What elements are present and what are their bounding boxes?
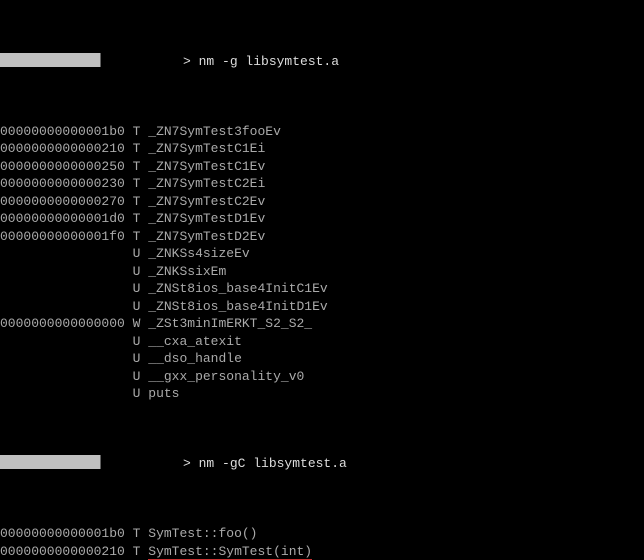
nm-row: 00000000000001d0 T _ZN7SymTestD1Ev <box>0 210 644 228</box>
prompt-block <box>0 53 183 67</box>
nm-address: 0000000000000000 <box>0 316 125 331</box>
nm-address: 00000000000001b0 <box>0 124 125 139</box>
nm-address: 0000000000000270 <box>0 194 125 209</box>
nm-symbol: _ZSt3minImERKT_S2_S2_ <box>148 316 312 331</box>
nm-symbol: _ZN7SymTestD2Ev <box>148 229 265 244</box>
nm-symbol: _ZN7SymTest3fooEv <box>148 124 281 139</box>
nm-type: T <box>133 526 141 541</box>
nm-address <box>0 386 125 401</box>
prompt-symbol: > <box>183 456 199 471</box>
nm-address: 0000000000000250 <box>0 159 125 174</box>
nm-address <box>0 334 125 349</box>
nm-row: 00000000000001b0 T SymTest::foo() <box>0 525 644 543</box>
nm-symbol: _ZN7SymTestC1Ei <box>148 141 265 156</box>
nm-symbol: _ZNSt8ios_base4InitD1Ev <box>148 299 327 314</box>
nm-address: 00000000000001d0 <box>0 211 125 226</box>
nm-symbol: puts <box>148 386 179 401</box>
nm-type: U <box>133 386 141 401</box>
nm-row: U puts <box>0 385 644 403</box>
nm-row: 0000000000000000 W _ZSt3minImERKT_S2_S2_ <box>0 315 644 333</box>
nm-address <box>0 369 125 384</box>
nm-row: 0000000000000210 T SymTest::SymTest(int) <box>0 543 644 560</box>
nm-type: U <box>133 246 141 261</box>
nm-output-block-2: 00000000000001b0 T SymTest::foo()0000000… <box>0 525 644 560</box>
terminal-output: > nm -g libsymtest.a 00000000000001b0 T … <box>0 0 644 560</box>
nm-row: 00000000000001b0 T _ZN7SymTest3fooEv <box>0 123 644 141</box>
nm-row: U _ZNKSs4sizeEv <box>0 245 644 263</box>
nm-type: T <box>133 544 141 559</box>
nm-output-block-1: 00000000000001b0 T _ZN7SymTest3fooEv0000… <box>0 123 644 403</box>
nm-type: U <box>133 281 141 296</box>
nm-address: 0000000000000210 <box>0 141 125 156</box>
nm-symbol: _ZNSt8ios_base4InitC1Ev <box>148 281 327 296</box>
nm-symbol: _ZN7SymTestD1Ev <box>148 211 265 226</box>
nm-type: T <box>133 176 141 191</box>
nm-row: U __cxa_atexit <box>0 333 644 351</box>
prompt-line-2[interactable]: > nm -gC libsymtest.a <box>0 455 644 473</box>
nm-type: T <box>133 124 141 139</box>
nm-type: T <box>133 159 141 174</box>
nm-symbol: _ZN7SymTestC2Ei <box>148 176 265 191</box>
nm-address: 0000000000000210 <box>0 544 125 559</box>
nm-address <box>0 264 125 279</box>
nm-type: U <box>133 369 141 384</box>
nm-address: 00000000000001f0 <box>0 229 125 244</box>
nm-address <box>0 246 125 261</box>
nm-row: U __gxx_personality_v0 <box>0 368 644 386</box>
nm-symbol: __cxa_atexit <box>148 334 242 349</box>
nm-type: U <box>133 264 141 279</box>
nm-symbol: __gxx_personality_v0 <box>148 369 304 384</box>
nm-type: T <box>133 229 141 244</box>
nm-row: U _ZNSt8ios_base4InitC1Ev <box>0 280 644 298</box>
nm-type: T <box>133 194 141 209</box>
nm-row: 0000000000000230 T _ZN7SymTestC2Ei <box>0 175 644 193</box>
nm-symbol: SymTest::SymTest(int) <box>148 544 312 560</box>
nm-address <box>0 351 125 366</box>
nm-type: U <box>133 299 141 314</box>
nm-row: 0000000000000210 T _ZN7SymTestC1Ei <box>0 140 644 158</box>
nm-type: W <box>133 316 141 331</box>
nm-row: 00000000000001f0 T _ZN7SymTestD2Ev <box>0 228 644 246</box>
command-text: nm -g libsymtest.a <box>199 54 339 69</box>
nm-row: U _ZNKSsixEm <box>0 263 644 281</box>
nm-row: U _ZNSt8ios_base4InitD1Ev <box>0 298 644 316</box>
nm-row: 0000000000000270 T _ZN7SymTestC2Ev <box>0 193 644 211</box>
nm-address <box>0 281 125 296</box>
prompt-block <box>0 455 183 469</box>
command-text: nm -gC libsymtest.a <box>199 456 347 471</box>
nm-symbol: __dso_handle <box>148 351 242 366</box>
nm-symbol: _ZNKSsixEm <box>148 264 226 279</box>
nm-address: 0000000000000230 <box>0 176 125 191</box>
prompt-line-1[interactable]: > nm -g libsymtest.a <box>0 53 644 71</box>
nm-type: U <box>133 351 141 366</box>
nm-type: U <box>133 334 141 349</box>
nm-type: T <box>133 141 141 156</box>
nm-symbol: SymTest::foo() <box>148 526 257 541</box>
nm-symbol: _ZN7SymTestC1Ev <box>148 159 265 174</box>
nm-symbol: _ZN7SymTestC2Ev <box>148 194 265 209</box>
nm-row: 0000000000000250 T _ZN7SymTestC1Ev <box>0 158 644 176</box>
prompt-symbol: > <box>183 54 199 69</box>
nm-row: U __dso_handle <box>0 350 644 368</box>
nm-address <box>0 299 125 314</box>
nm-symbol: _ZNKSs4sizeEv <box>148 246 249 261</box>
nm-address: 00000000000001b0 <box>0 526 125 541</box>
nm-type: T <box>133 211 141 226</box>
